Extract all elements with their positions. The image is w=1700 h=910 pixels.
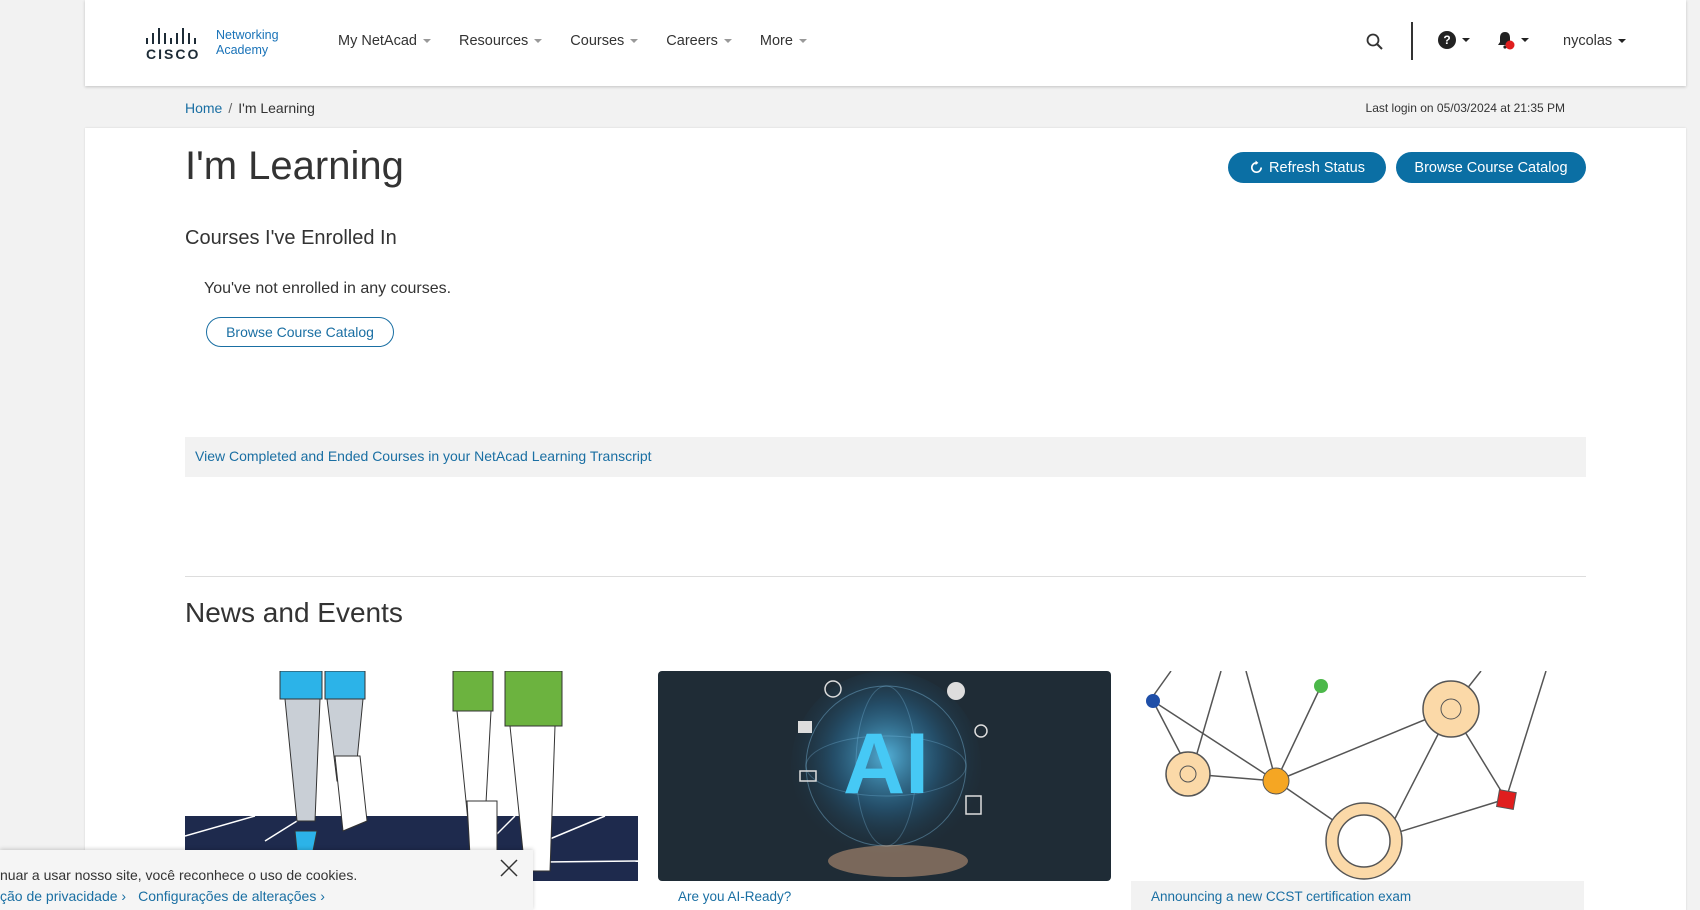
notifications-button[interactable] <box>1495 30 1529 50</box>
breadcrumb-current: I'm Learning <box>238 100 315 116</box>
ai-globe-image: AI <box>658 671 1111 881</box>
enrolled-courses-heading: Courses I've Enrolled In <box>185 227 397 249</box>
breadcrumb-separator: / <box>228 100 233 116</box>
nav-more[interactable]: More <box>760 33 807 49</box>
help-menu-button[interactable]: ? <box>1438 31 1470 49</box>
news-card-ccst-exam[interactable]: Announcing a new CCST certification exam <box>1131 671 1584 910</box>
networking-academy-text: Networking Academy <box>216 28 279 57</box>
search-icon <box>1366 33 1383 50</box>
network-security-illustration <box>1131 671 1584 881</box>
chevron-down-icon <box>1618 39 1627 43</box>
refresh-icon <box>1251 160 1263 173</box>
cookie-consent-banner: nuar a usar nosso site, você reconhece o… <box>0 850 533 910</box>
chevron-down-icon <box>798 39 807 43</box>
username: nycolas <box>1563 33 1613 49</box>
cisco-logo-mark: CISCO <box>146 28 206 62</box>
browse-catalog-button[interactable]: Browse Course Catalog <box>1396 152 1586 183</box>
close-icon[interactable] <box>499 858 519 878</box>
learning-transcript-link[interactable]: View Completed and Ended Courses in your… <box>195 448 652 464</box>
news-events-heading: News and Events <box>185 597 403 628</box>
chevron-right-icon: › <box>121 888 127 904</box>
chevron-down-icon <box>422 39 431 43</box>
chevron-down-icon <box>534 39 543 43</box>
page-title: I'm Learning <box>185 144 404 188</box>
cookie-message: nuar a usar nosso site, você reconhece o… <box>0 867 358 883</box>
section-divider <box>185 576 1586 577</box>
header-divider <box>1411 22 1413 60</box>
chevron-down-icon <box>630 39 639 43</box>
chevron-down-icon <box>1462 38 1470 42</box>
top-navbar: CISCO Networking Academy My NetAcad Reso… <box>85 0 1686 86</box>
privacy-statement-link[interactable]: ção de privacidade › <box>0 888 126 904</box>
no-courses-message: You've not enrolled in any courses. <box>204 280 452 297</box>
chevron-down-icon <box>723 39 732 43</box>
cookie-links: ção de privacidade › Configurações de al… <box>0 888 325 904</box>
news-card-caption[interactable]: Are you AI-Ready? <box>678 889 791 904</box>
nav-my-netacad[interactable]: My NetAcad <box>338 33 431 49</box>
main-content-panel: I'm Learning Refresh Status Browse Cours… <box>85 128 1686 910</box>
notification-dot <box>1505 40 1515 50</box>
nav-courses[interactable]: Courses <box>570 33 639 49</box>
nav-resources[interactable]: Resources <box>459 33 543 49</box>
change-settings-link[interactable]: Configurações de alterações › <box>138 888 325 904</box>
search-button[interactable] <box>1365 32 1385 57</box>
breadcrumb-home-link[interactable]: Home <box>185 100 222 116</box>
nav-careers[interactable]: Careers <box>666 33 732 49</box>
refresh-status-button[interactable]: Refresh Status <box>1228 152 1386 183</box>
cisco-bars-icon <box>146 28 206 44</box>
question-icon: ? <box>1438 31 1456 49</box>
chevron-right-icon: › <box>320 888 325 904</box>
cisco-netacad-logo[interactable]: CISCO Networking Academy <box>146 28 279 62</box>
bell-icon <box>1498 32 1515 50</box>
user-menu[interactable]: nycolas <box>1563 33 1627 49</box>
news-card-ai-ready[interactable]: AI Are you AI-Ready? <box>658 671 1111 910</box>
breadcrumb: Home / I'm Learning <box>185 100 315 116</box>
news-card-caption[interactable]: Announcing a new CCST certification exam <box>1151 889 1411 904</box>
browse-catalog-outline-button[interactable]: Browse Course Catalog <box>206 317 394 347</box>
chevron-down-icon <box>1521 38 1529 42</box>
main-nav: My NetAcad Resources Courses Careers Mor… <box>338 33 835 49</box>
ai-letters: AI <box>843 716 929 812</box>
cisco-wordmark: CISCO <box>146 46 201 62</box>
last-login-text: Last login on 05/03/2024 at 21:35 PM <box>1365 101 1565 115</box>
transcript-bar: View Completed and Ended Courses in your… <box>185 437 1586 477</box>
